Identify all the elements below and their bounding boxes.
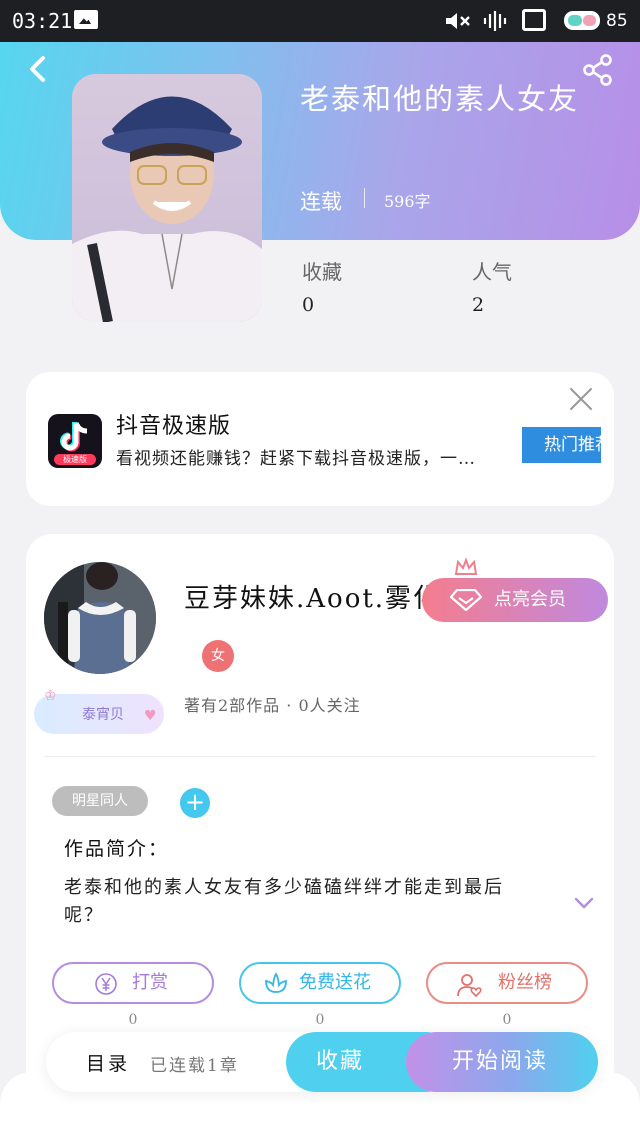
popularity-label: 人气 — [472, 260, 512, 284]
crown-icon — [454, 558, 478, 575]
ad-cta-button[interactable]: 热门推荐 — [522, 427, 601, 463]
vip-activate-button[interactable]: 点亮会员 — [422, 578, 608, 622]
ad-title: 抖音极速版 — [116, 414, 232, 439]
battery-level: 85 — [606, 11, 628, 31]
mute-icon — [446, 13, 470, 29]
author-name[interactable]: 豆芽妹妹.Aoot.雾化 — [184, 578, 441, 615]
divider — [44, 756, 596, 757]
tip-button[interactable]: 打赏 — [52, 962, 214, 1004]
author-avatar[interactable] — [44, 562, 156, 674]
ad-banner[interactable]: 极速版 抖音极速版 看视频还能赚钱？赶紧下载抖音极速版，一… 热门推荐 — [26, 372, 614, 506]
battery-icon — [564, 11, 600, 30]
fans-ranking-button[interactable]: 粉丝榜 — [426, 962, 588, 1004]
close-icon[interactable] — [568, 386, 594, 412]
cover-photo-illustration — [72, 74, 262, 322]
status-time: 03:21 — [12, 9, 73, 33]
diamond-icon — [450, 589, 482, 611]
fans-icon — [457, 974, 482, 998]
logo-tag: 极速版 — [54, 454, 96, 465]
bottom-action-bar: 目录 已连载1章 收藏 开始阅读 — [46, 1032, 598, 1092]
start-reading-button[interactable]: 开始阅读 — [406, 1032, 598, 1092]
gallery-notification-icon — [74, 10, 98, 29]
popularity-count: 2 — [472, 294, 485, 316]
fan-badge: ♔ ♥ 泰宵贝 — [34, 688, 164, 734]
avatar-illustration — [44, 562, 156, 674]
send-flower-label: 免费送花 — [299, 972, 371, 993]
yen-coin-icon — [95, 973, 117, 995]
favorites-count: 0 — [302, 294, 315, 316]
ad-description: 看视频还能赚钱？赶紧下载抖音极速版，一… — [116, 449, 476, 469]
author-info-card: ♔ ♥ 泰宵贝 豆芽妹妹.Aoot.雾化 女 著有2部作品 · 0人关注 点亮会… — [26, 534, 614, 1094]
status-bar: 03:21 85 — [0, 0, 640, 42]
douyin-logo-icon: 极速版 — [48, 414, 102, 468]
back-arrow-icon[interactable] — [24, 54, 50, 84]
screen-icon — [522, 9, 546, 31]
fans-count: 0 — [502, 1012, 512, 1028]
badge-heart-icon: ♥ — [144, 708, 157, 724]
send-flower-button[interactable]: 免费送花 — [239, 962, 401, 1004]
vip-button-label: 点亮会员 — [494, 589, 566, 610]
flower-count: 0 — [315, 1012, 325, 1028]
author-stats: 著有2部作品 · 0人关注 — [184, 696, 361, 715]
book-cover-image[interactable] — [72, 74, 262, 322]
word-count: 596字 — [384, 192, 431, 211]
flower-icon — [265, 972, 287, 993]
book-title: 老泰和他的素人女友 — [300, 82, 580, 116]
chapter-count[interactable]: 已连载1章 — [150, 1051, 239, 1076]
genre-tag[interactable]: 明星同人 — [52, 786, 148, 816]
status-divider — [364, 188, 365, 208]
add-tag-button[interactable]: + — [180, 788, 210, 818]
intro-label: 作品简介： — [64, 838, 170, 860]
chevron-down-icon[interactable] — [574, 896, 594, 910]
vibrate-icon — [483, 11, 507, 31]
badge-flourish-icon: ♔ — [44, 688, 57, 704]
tip-count: 0 — [128, 1012, 138, 1028]
toc-button[interactable]: 目录 — [86, 1049, 130, 1076]
gender-badge: 女 — [202, 640, 234, 672]
tip-label: 打赏 — [132, 972, 168, 993]
fans-ranking-label: 粉丝榜 — [498, 972, 552, 993]
favorites-label: 收藏 — [302, 260, 342, 284]
intro-text: 老泰和他的素人女友有多少磕磕绊绊才能走到最后呢？ — [64, 877, 504, 926]
fan-badge-label: 泰宵贝 — [82, 707, 124, 723]
book-status: 连载 — [300, 190, 342, 214]
